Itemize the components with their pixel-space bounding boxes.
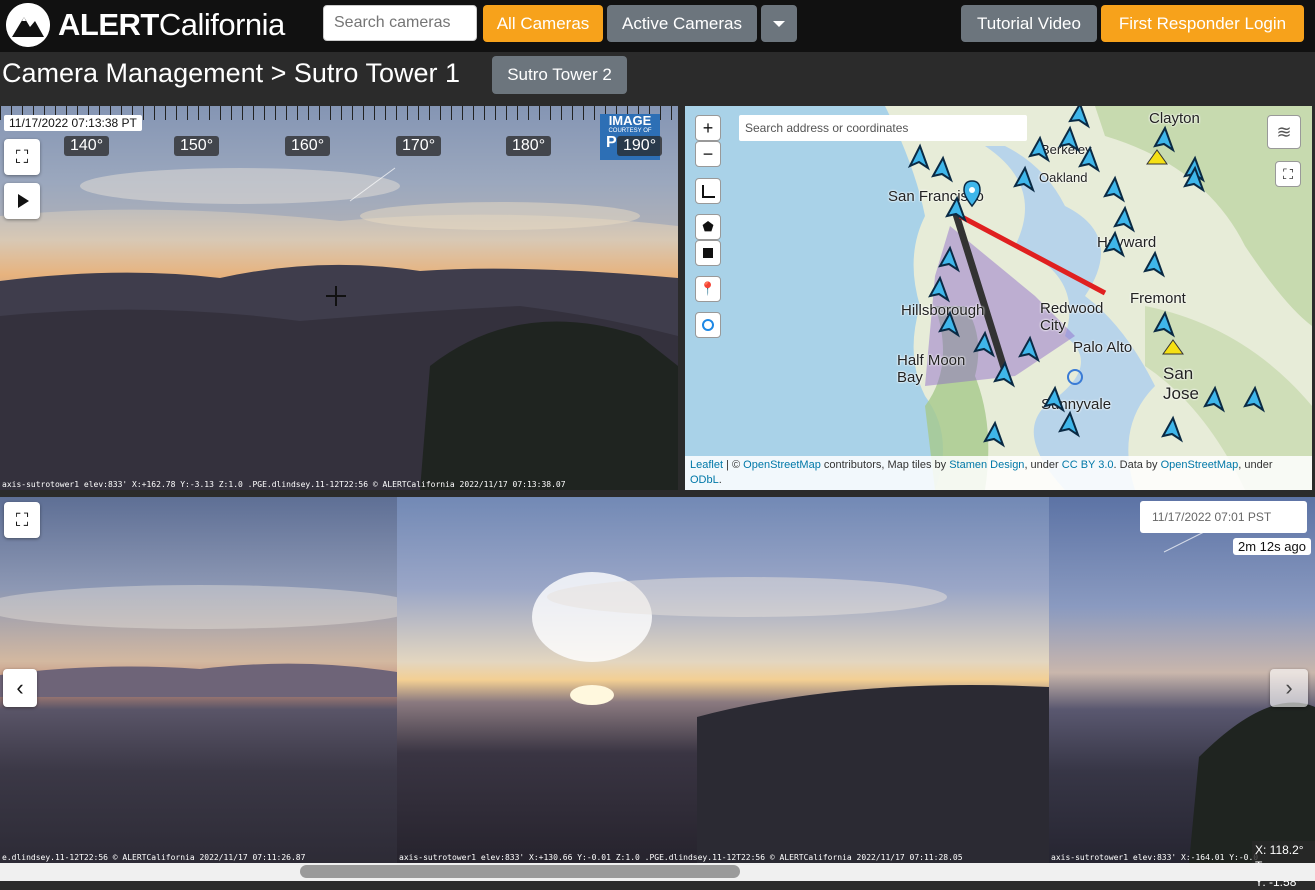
- stamen-link[interactable]: Stamen Design: [949, 459, 1024, 471]
- heading-label-180: 180°: [506, 136, 552, 156]
- camera-marker: [983, 420, 1005, 448]
- top-navbar: ALERTCalifornia All Cameras Active Camer…: [0, 0, 1315, 52]
- camera-marker: [945, 195, 967, 223]
- heading-label-190: 190°: [617, 136, 663, 156]
- camera-dropdown-button[interactable]: [761, 5, 797, 42]
- all-cameras-button[interactable]: All Cameras: [483, 5, 603, 42]
- timelapse-carousel[interactable]: ⛶ ‹ › 11/17/2022 07:01 PST 2m 12s ago e.…: [0, 497, 1315, 863]
- timelapse-age-badge: 2m 12s ago: [1233, 538, 1311, 555]
- camera-search-input[interactable]: [323, 5, 477, 41]
- camera-marker: [1103, 175, 1125, 203]
- camera-marker: [1153, 310, 1175, 338]
- alert-triangle-marker: [1162, 339, 1184, 355]
- camera-marker: [938, 310, 960, 338]
- camera-marker: [928, 275, 950, 303]
- camera-marker: [1143, 250, 1165, 278]
- osm-data-link[interactable]: OpenStreetMap: [1161, 459, 1239, 471]
- camera-marker: [973, 330, 995, 358]
- camera-map[interactable]: Search address or coordinates + − ⬟ 📍 ≋ …: [685, 106, 1312, 490]
- live-timestamp: 11/17/2022 07:13:38 PT: [4, 115, 142, 131]
- logo-mountain-icon: [6, 3, 50, 47]
- logo-text: ALERTCalifornia: [58, 7, 285, 42]
- tutorial-video-button[interactable]: Tutorial Video: [961, 5, 1097, 42]
- camera-marker: [1153, 125, 1175, 153]
- play-icon: [18, 194, 29, 208]
- camera-marker: [1161, 415, 1183, 443]
- alertcalifornia-logo[interactable]: ALERTCalifornia: [6, 2, 285, 48]
- camera-marker: [993, 360, 1015, 388]
- camera-marker: [1013, 165, 1035, 193]
- chevron-right-icon: ›: [1285, 675, 1293, 700]
- timelapse-timestamp: 11/17/2022 07:01 PST: [1140, 501, 1307, 533]
- live-caption: axis-sutrotower1 elev:833' X:+162.78 Y:-…: [2, 480, 566, 489]
- camera-marker: [931, 155, 953, 183]
- camera-marker: [1043, 385, 1065, 413]
- carousel-prev-button[interactable]: ‹: [3, 669, 37, 707]
- timelapse-caption-2: axis-sutrotower1 elev:833' X:+130.66 Y:-…: [399, 853, 963, 862]
- camera-marker: [1203, 385, 1225, 413]
- carousel-next-button[interactable]: ›: [1270, 669, 1308, 707]
- timelapse-caption-3: axis-sutrotower1 elev:833' X:-164.01 Y:-…: [1051, 853, 1259, 862]
- timelapse-caption-1: e.dlindsey.11-12T22:56 © ALERTCalifornia…: [2, 853, 306, 862]
- chevron-left-icon: ‹: [16, 675, 24, 700]
- caret-down-icon: [773, 20, 785, 27]
- live-play-button[interactable]: [4, 183, 40, 219]
- osm-link[interactable]: OpenStreetMap: [743, 459, 821, 471]
- page-title: Camera Management > Sutro Tower 1: [2, 58, 460, 88]
- heading-label-160: 160°: [285, 136, 331, 156]
- camera-marker: [1058, 410, 1080, 438]
- crosshair-icon: [326, 286, 346, 306]
- camera-marker: [1113, 205, 1135, 233]
- camera-marker: [1058, 125, 1080, 153]
- map-attribution: Leaflet | © OpenStreetMap contributors, …: [685, 456, 1312, 490]
- timelapse-fullscreen-button[interactable]: ⛶: [4, 502, 40, 538]
- camera-marker: [1078, 145, 1100, 173]
- camera-marker: [1028, 135, 1050, 163]
- camera-marker: [938, 245, 960, 273]
- leaflet-link[interactable]: Leaflet: [690, 459, 723, 471]
- camera-marker: [907, 143, 930, 171]
- heading-label-150: 150°: [174, 136, 220, 156]
- map-pin-icon: [963, 180, 981, 208]
- live-fullscreen-button[interactable]: ⛶: [4, 139, 40, 175]
- timelapse-frame-2: [397, 497, 1049, 863]
- camera-marker: [1103, 230, 1125, 258]
- fullscreen-icon: ⛶: [15, 146, 29, 167]
- camera-marker: [1243, 385, 1265, 413]
- cc-by-link[interactable]: CC BY 3.0: [1062, 459, 1114, 471]
- alert-triangle-marker: [1146, 149, 1168, 165]
- camera-markers-layer: [907, 106, 1265, 448]
- scrollbar-thumb[interactable]: [300, 865, 740, 878]
- camera-marker: [1018, 335, 1040, 363]
- timelapse-frame-1: [0, 497, 397, 863]
- sutro-tower-2-button[interactable]: Sutro Tower 2: [492, 56, 627, 94]
- live-camera-view[interactable]: 11/17/2022 07:13:38 PT 140° 150° 160° 17…: [0, 106, 678, 490]
- heading-label-140: 140°: [64, 136, 110, 156]
- heading-label-170: 170°: [396, 136, 442, 156]
- camera-marker: [1068, 106, 1090, 129]
- first-responder-login-button[interactable]: First Responder Login: [1101, 5, 1304, 42]
- fullscreen-icon: ⛶: [15, 509, 29, 530]
- active-cameras-button[interactable]: Active Cameras: [607, 5, 757, 42]
- odbl-link[interactable]: ODbL: [690, 474, 719, 486]
